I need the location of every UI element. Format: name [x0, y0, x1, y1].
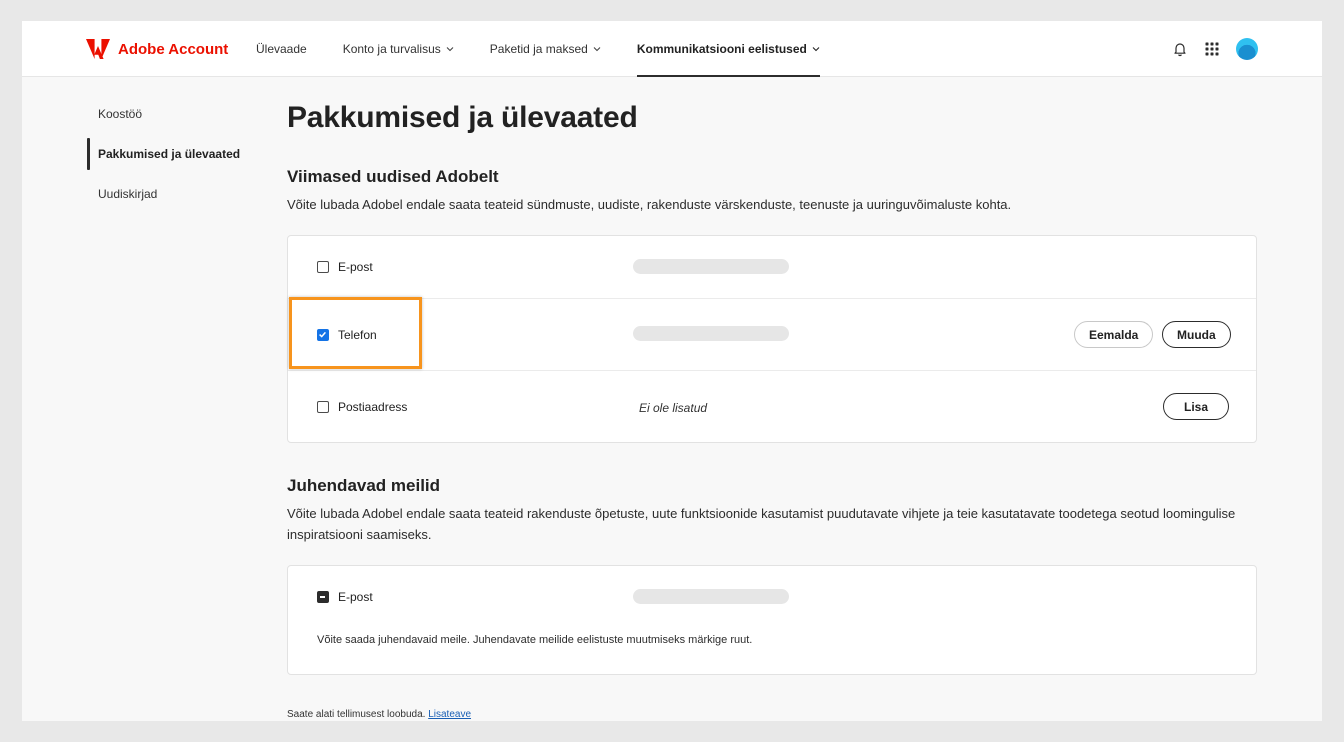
remove-phone-button[interactable]: Eemalda — [1074, 321, 1154, 348]
channel-row-email: E-post — [288, 236, 1256, 299]
channel-row-postal-address: Postiaadress Ei ole lisatud Lisa — [288, 371, 1256, 443]
email-value-placeholder — [633, 259, 789, 274]
edit-phone-button[interactable]: Muuda — [1162, 321, 1231, 348]
adobe-logo[interactable]: Adobe Account — [86, 39, 228, 59]
guides-section-description: Võite lubada Adobel endale saata teateid… — [287, 506, 1236, 542]
nav-plans-payments-label: Paketid ja maksed — [489, 42, 588, 56]
adobe-logo-icon — [86, 39, 110, 59]
nav-overview[interactable]: Ülevaade — [256, 21, 307, 77]
page-title: Pakkumised ja ülevaated — [287, 101, 638, 134]
news-section-title: Viimased uudised Adobelt — [287, 167, 499, 186]
channel-row-phone: Telefon Eemalda Muuda — [288, 299, 1256, 371]
email-checkbox[interactable] — [317, 261, 329, 273]
phone-value-placeholder — [633, 326, 789, 341]
checkmark-icon — [319, 331, 326, 338]
phone-label: Telefon — [338, 328, 377, 342]
nav-plans-payments[interactable]: Paketid ja maksed — [490, 21, 601, 77]
guides-note: Võite saada juhendavaid meile. Juhendava… — [317, 634, 753, 646]
sidebar: Koostöö Pakkumised ja ülevaated Uudiskir… — [87, 99, 287, 219]
top-header: Adobe Account Ülevaade Konto ja turvalis… — [22, 21, 1322, 77]
nav-communication-preferences-label: Kommunikatsiooni eelistused — [636, 42, 807, 56]
chevron-down-icon — [446, 47, 454, 52]
guides-card: E-post Võite saada juhendavaid meile. Ju… — [287, 565, 1257, 675]
sidebar-item-collaboration[interactable]: Koostöö — [87, 99, 287, 129]
postal-address-value: Ei ole lisatud — [639, 401, 708, 415]
footer-note: Saate alati tellimusest loobuda. Lisatea… — [287, 709, 471, 720]
learn-more-link[interactable]: Lisateave — [428, 709, 471, 720]
phone-checkbox[interactable] — [317, 329, 329, 341]
guides-email-checkbox[interactable] — [317, 591, 329, 603]
postal-address-checkbox[interactable] — [317, 401, 329, 413]
footer-note-text: Saate alati tellimusest loobuda. — [287, 709, 426, 720]
apps-grid-icon[interactable] — [1204, 41, 1220, 57]
nav-account-security-label: Konto ja turvalisus — [342, 42, 441, 56]
chevron-down-icon — [593, 47, 601, 52]
sidebar-item-newsletters[interactable]: Uudiskirjad — [87, 179, 287, 209]
header-actions — [1172, 38, 1258, 60]
guides-email-value-placeholder — [633, 589, 789, 604]
email-label: E-post — [338, 260, 373, 274]
chevron-down-icon — [812, 47, 820, 52]
guides-section-title: Juhendavad meilid — [287, 476, 441, 495]
bell-icon[interactable] — [1172, 41, 1188, 57]
main-nav: Ülevaade Konto ja turvalisus Paketid ja … — [256, 21, 820, 77]
sidebar-item-offers-insights[interactable]: Pakkumised ja ülevaated — [87, 138, 287, 170]
postal-address-label: Postiaadress — [338, 400, 408, 414]
nav-communication-preferences[interactable]: Kommunikatsiooni eelistused — [636, 21, 820, 77]
brand-name: Adobe Account — [118, 40, 229, 58]
news-channels-card: E-post Telefon Eemalda Muuda Postiaadres… — [287, 235, 1257, 443]
guides-email-label: E-post — [338, 590, 373, 604]
nav-overview-label: Ülevaade — [256, 42, 307, 56]
add-postal-address-button[interactable]: Lisa — [1163, 393, 1230, 420]
browser-viewport: Adobe Account Ülevaade Konto ja turvalis… — [22, 21, 1322, 721]
news-section-description: Võite lubada Adobel endale saata teateid… — [287, 197, 1012, 212]
nav-account-security[interactable]: Konto ja turvalisus — [343, 21, 454, 77]
avatar[interactable] — [1236, 38, 1258, 60]
